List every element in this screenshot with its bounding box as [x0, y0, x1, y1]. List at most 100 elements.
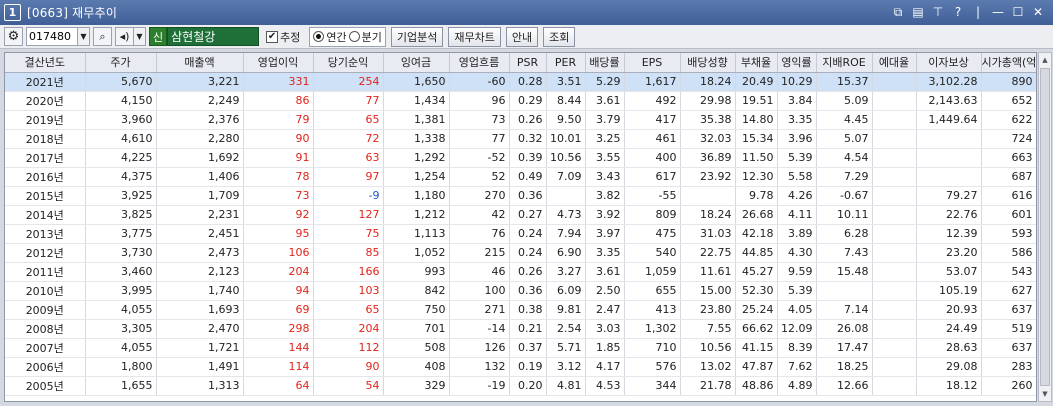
help-icon[interactable]: ? — [949, 3, 967, 21]
table-row[interactable]: 2008년 3,305 2,470 298 204 701 -14 0.21 2.54 3.03 1… — [5, 319, 1036, 339]
table-cell: 3.12 — [546, 357, 586, 377]
close-icon[interactable]: ✕ — [1029, 3, 1047, 21]
table-cell: 637 — [981, 300, 1036, 320]
check-icon[interactable]: ✔ — [266, 30, 279, 43]
speaker-icon[interactable]: ◂) — [115, 27, 134, 46]
window-list-icon[interactable]: ▤ — [909, 3, 927, 21]
table-cell — [916, 148, 982, 168]
table-row[interactable]: 2012년 3,730 2,473 106 85 1,052 215 0.24 6.90 3.35… — [5, 243, 1036, 263]
table-cell: 65 — [313, 110, 384, 130]
column-header[interactable]: 결산년도 — [5, 53, 86, 73]
table-cell: 4.26 — [777, 186, 817, 206]
annual-radio-label[interactable]: 연간 — [326, 29, 346, 45]
table-row[interactable]: 2017년 4,225 1,692 91 63 1,292 -52 0.39 10.56 3.55… — [5, 148, 1036, 168]
table-row[interactable]: 2006년 1,800 1,491 114 90 408 132 0.19 3.12 4.17 57… — [5, 357, 1036, 377]
table-row[interactable]: 2019년 3,960 2,376 79 65 1,381 73 0.26 9.50 3.79 41… — [5, 110, 1036, 130]
table-row[interactable]: 2010년 3,995 1,740 94 103 842 100 0.36 6.09 2.50 65… — [5, 281, 1036, 301]
table-cell — [872, 224, 917, 244]
table-cell: 132 — [449, 357, 510, 377]
table-cell: 4,375 — [85, 167, 157, 187]
table-cell: 616 — [981, 186, 1036, 206]
column-header[interactable]: 부채율 — [735, 53, 778, 73]
table-cell: 687 — [981, 167, 1036, 187]
financial-trend-grid[interactable]: 결산년도 주가 매출액 영업이익 당기순익 잉여금 영업흐름 PSR PER 배당률 EPS 배당성향… — [4, 52, 1037, 402]
table-cell: 7.43 — [816, 243, 873, 263]
column-header[interactable]: 예대율 — [872, 53, 917, 73]
column-header[interactable]: 시가총액(억) — [981, 53, 1036, 73]
column-header[interactable]: 이자보상 — [916, 53, 982, 73]
quarter-radio[interactable] — [348, 31, 360, 42]
scrollbar-thumb[interactable] — [1040, 68, 1050, 386]
table-row[interactable]: 2021년 5,670 3,221 331 254 1,650 -60 0.28 3.51 5.2… — [5, 72, 1036, 92]
table-cell: 1,800 — [85, 357, 157, 377]
table-cell: 1,449.64 — [916, 110, 982, 130]
column-header[interactable]: 주가 — [85, 53, 157, 73]
table-row[interactable]: 2013년 3,775 2,451 95 75 1,113 76 0.24 7.94 3.97 47… — [5, 224, 1036, 244]
table-row[interactable]: 2005년 1,655 1,313 64 54 329 -19 0.20 4.81 4.53 344… — [5, 376, 1036, 396]
estimate-checkbox[interactable]: ✔ 추정 — [266, 29, 300, 45]
minimize-icon[interactable]: — — [989, 3, 1007, 21]
speaker-dropdown-icon[interactable]: ▼ — [133, 27, 146, 46]
link-window-icon[interactable]: ⧉ — [889, 3, 907, 21]
annual-radio[interactable] — [313, 31, 325, 42]
scroll-down-icon[interactable]: ▼ — [1039, 387, 1051, 401]
table-row[interactable]: 2020년 4,150 2,249 86 77 1,434 96 0.29 8.44 3.61 49… — [5, 91, 1036, 111]
table-cell: 2014년 — [5, 205, 86, 225]
guide-button[interactable]: 안내 — [505, 26, 539, 47]
table-row[interactable]: 2009년 4,055 1,693 69 65 750 271 0.38 9.81 2.47 413… — [5, 300, 1036, 320]
column-header[interactable]: PSR — [509, 53, 547, 73]
table-row[interactable]: 2007년 4,055 1,721 144 112 508 126 0.37 5.71 1.85 7… — [5, 338, 1036, 358]
table-cell: 3,995 — [85, 281, 157, 301]
table-header-row: 결산년도 주가 매출액 영업이익 당기순익 잉여금 영업흐름 PSR PER 배당률 EPS 배당성향… — [5, 53, 1036, 73]
search-icon[interactable]: ⌕ — [93, 27, 112, 46]
table-row[interactable]: 2016년 4,375 1,406 78 97 1,254 52 0.49 7.09 3.43 61… — [5, 167, 1036, 187]
table-cell: 3.82 — [585, 186, 625, 206]
financial-chart-button[interactable]: 재무차트 — [448, 26, 501, 47]
table-cell: 2009년 — [5, 300, 86, 320]
table-row[interactable]: 2018년 4,610 2,280 90 72 1,338 77 0.32 10.01 3.25 4… — [5, 129, 1036, 149]
column-header[interactable]: PER — [546, 53, 586, 73]
column-header[interactable]: EPS — [624, 53, 681, 73]
table-cell: 3.92 — [585, 205, 625, 225]
column-header[interactable]: 잉여금 — [383, 53, 450, 73]
table-cell: 126 — [449, 338, 510, 358]
table-row[interactable]: 2011년 3,460 2,123 204 166 993 46 0.26 3.27 3.61 1,… — [5, 262, 1036, 282]
table-cell: 29.98 — [680, 91, 736, 111]
table-row[interactable]: 2014년 3,825 2,231 92 127 1,212 42 0.27 4.73 3.92 8… — [5, 205, 1036, 225]
table-cell: 710 — [624, 338, 681, 358]
settings-gear-icon[interactable]: ⚙ — [4, 27, 23, 46]
table-cell: 166 — [313, 262, 384, 282]
table-cell: 3.25 — [585, 129, 625, 149]
stock-code-input[interactable] — [26, 27, 78, 46]
table-cell: 18.12 — [916, 376, 982, 396]
column-header[interactable]: 배당성향 — [680, 53, 736, 73]
column-header[interactable]: 배당률 — [585, 53, 625, 73]
table-cell: 53.07 — [916, 262, 982, 282]
column-header[interactable]: 지배ROE — [816, 53, 873, 73]
quarter-radio-label[interactable]: 분기 — [362, 29, 382, 45]
pin-icon[interactable]: ⊤ — [929, 3, 947, 21]
table-row[interactable]: 2015년 3,925 1,709 73 -9 1,180 270 0.36 3.82 -55 9.… — [5, 186, 1036, 206]
company-analysis-button[interactable]: 기업분석 — [390, 26, 444, 47]
maximize-icon[interactable]: ☐ — [1009, 3, 1027, 21]
query-button[interactable]: 조회 — [543, 26, 576, 47]
column-header[interactable]: 매출액 — [156, 53, 244, 73]
table-cell: 1,692 — [156, 148, 244, 168]
table-cell: 3.27 — [546, 262, 586, 282]
table-cell: 32.03 — [680, 129, 736, 149]
scroll-up-icon[interactable]: ▲ — [1039, 53, 1051, 67]
column-header[interactable]: 영익률 — [777, 53, 817, 73]
company-name-field[interactable]: 삼현철강 — [167, 27, 260, 46]
chevron-down-icon[interactable]: ▼ — [77, 27, 90, 46]
column-header[interactable]: 당기순익 — [313, 53, 384, 73]
table-cell: 1,052 — [383, 243, 450, 263]
vertical-scrollbar[interactable]: ▲ ▼ — [1038, 52, 1052, 402]
table-cell: 15.48 — [816, 262, 873, 282]
table-cell: 4,610 — [85, 129, 157, 149]
column-header[interactable]: 영업이익 — [243, 53, 314, 73]
table-cell: 0.37 — [509, 338, 547, 358]
window-titlebar[interactable]: 1 [0663] 재무추이 ⧉ ▤ ⊤ ? | — ☐ ✕ — [0, 0, 1053, 25]
financial-table: 결산년도 주가 매출액 영업이익 당기순익 잉여금 영업흐름 PSR PER 배당률 EPS 배당성향… — [5, 53, 1036, 396]
column-header[interactable]: 영업흐름 — [449, 53, 510, 73]
table-cell: 663 — [981, 148, 1036, 168]
